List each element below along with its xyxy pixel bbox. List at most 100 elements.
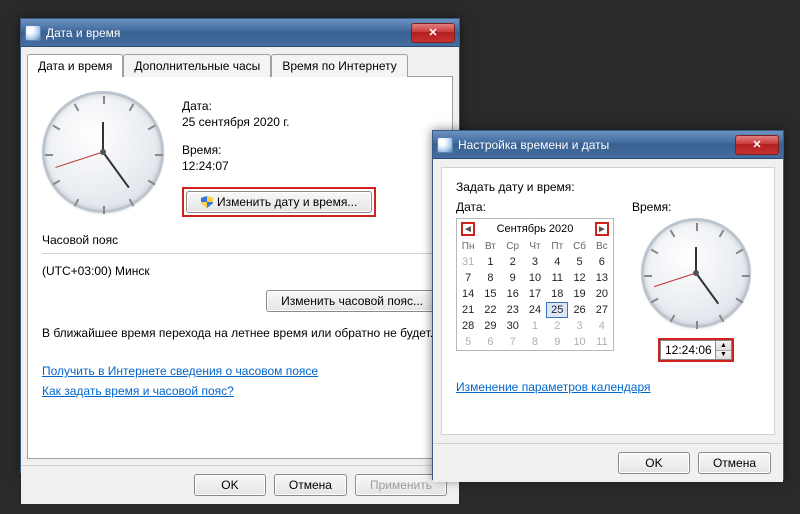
calendar-day[interactable]: 8 [479, 270, 501, 286]
close-button[interactable]: ✕ [735, 135, 779, 155]
calendar-day[interactable]: 7 [457, 270, 479, 286]
calendar-day[interactable]: 2 [546, 318, 568, 334]
calendar-day[interactable]: 4 [591, 318, 613, 334]
dialog-buttons: OK Отмена Применить [21, 465, 459, 504]
calendar-day[interactable]: 28 [457, 318, 479, 334]
minute-hand [695, 272, 719, 304]
day-header: Пн [457, 239, 479, 254]
calendar-day[interactable]: 13 [591, 270, 613, 286]
date-label: Дата: [456, 200, 614, 214]
app-icon [437, 137, 453, 153]
second-hand [55, 152, 103, 168]
calendar-day[interactable]: 5 [457, 334, 479, 350]
calendar-day[interactable]: 16 [502, 286, 524, 302]
window-title: Настройка времени и даты [458, 138, 735, 152]
spinner-up-icon[interactable]: ▲ [716, 341, 731, 350]
calendar-day[interactable]: 25 [546, 302, 568, 318]
calendar-day[interactable]: 18 [546, 286, 568, 302]
tab-content: Дата: 25 сентября 2020 г. Время: 12:24:0… [27, 76, 453, 459]
change-date-time-button[interactable]: Изменить дату и время... [186, 191, 372, 213]
date-value: 25 сентября 2020 г. [182, 115, 376, 129]
link-howto[interactable]: Как задать время и часовой пояс? [42, 384, 438, 398]
spinner-down-icon[interactable]: ▼ [716, 350, 731, 360]
hour-hand [102, 122, 104, 152]
calendar-day[interactable]: 24 [524, 302, 546, 318]
timezone-value: (UTC+03:00) Минск [42, 264, 438, 278]
second-hand [654, 273, 696, 288]
calendar-day[interactable]: 11 [591, 334, 613, 350]
close-button[interactable]: ✕ [411, 23, 455, 43]
analog-clock [42, 91, 164, 213]
tab-date-time[interactable]: Дата и время [27, 54, 123, 77]
calendar-day[interactable]: 8 [524, 334, 546, 350]
ok-button[interactable]: OK [194, 474, 266, 496]
calendar-day[interactable]: 10 [524, 270, 546, 286]
change-timezone-button[interactable]: Изменить часовой пояс... [266, 290, 438, 312]
next-month-button[interactable]: ► [595, 222, 609, 236]
timezone-heading: Часовой пояс [42, 233, 438, 247]
calendar-day[interactable]: 27 [591, 302, 613, 318]
calendar-day[interactable]: 11 [546, 270, 568, 286]
day-header: Пт [546, 239, 568, 254]
calendar-day[interactable]: 23 [502, 302, 524, 318]
day-header: Чт [524, 239, 546, 254]
day-header: Ср [502, 239, 524, 254]
link-timezone-online[interactable]: Получить в Интернете сведения о часовом … [42, 364, 438, 378]
calendar-day[interactable]: 9 [546, 334, 568, 350]
calendar-day[interactable]: 22 [479, 302, 501, 318]
calendar-day[interactable]: 3 [568, 318, 590, 334]
date-time-settings-window: Настройка времени и даты ✕ Задать дату и… [432, 130, 784, 480]
calendar-day[interactable]: 2 [502, 254, 524, 270]
cancel-button[interactable]: Отмена [698, 452, 771, 474]
time-spinner[interactable]: ▲ ▼ [716, 340, 732, 360]
shield-icon [201, 196, 213, 208]
day-header: Вт [479, 239, 501, 254]
calendar-day[interactable]: 21 [457, 302, 479, 318]
calendar-day[interactable]: 9 [502, 270, 524, 286]
time-field[interactable] [660, 340, 716, 360]
tab-strip: Дата и время Дополнительные часы Время п… [21, 47, 459, 76]
app-icon [25, 25, 41, 41]
titlebar[interactable]: Дата и время ✕ [21, 19, 459, 47]
highlight-change-datetime: Изменить дату и время... [182, 187, 376, 217]
calendar-day[interactable]: 14 [457, 286, 479, 302]
calendar-day[interactable]: 30 [502, 318, 524, 334]
analog-clock [641, 218, 751, 328]
calendar-day[interactable]: 20 [591, 286, 613, 302]
calendar-day[interactable]: 5 [568, 254, 590, 270]
dst-note: В ближайшее время перехода на летнее вре… [42, 326, 438, 340]
prev-month-button[interactable]: ◄ [461, 222, 475, 236]
link-calendar-settings[interactable]: Изменение параметров календаря [456, 380, 760, 394]
calendar-day[interactable]: 6 [479, 334, 501, 350]
calendar-day[interactable]: 4 [546, 254, 568, 270]
calendar-day[interactable]: 1 [479, 254, 501, 270]
titlebar[interactable]: Настройка времени и даты ✕ [433, 131, 783, 159]
date-time-window: Дата и время ✕ Дата и время Дополнительн… [20, 18, 460, 473]
calendar: ◄ Сентябрь 2020 ► ПнВтСрЧтПтСбВс31123456… [456, 218, 614, 351]
calendar-month[interactable]: Сентябрь 2020 [497, 223, 574, 235]
minute-hand [102, 151, 129, 188]
prompt-label: Задать дату и время: [456, 180, 760, 194]
calendar-day[interactable]: 17 [524, 286, 546, 302]
calendar-day[interactable]: 6 [591, 254, 613, 270]
calendar-day[interactable]: 12 [568, 270, 590, 286]
tab-additional-clocks[interactable]: Дополнительные часы [123, 54, 271, 77]
day-header: Вс [591, 239, 613, 254]
dialog-buttons: OK Отмена [433, 443, 783, 482]
calendar-day[interactable]: 19 [568, 286, 590, 302]
calendar-day[interactable]: 7 [502, 334, 524, 350]
tab-internet-time[interactable]: Время по Интернету [271, 54, 407, 77]
calendar-day[interactable]: 15 [479, 286, 501, 302]
cancel-button[interactable]: Отмена [274, 474, 347, 496]
calendar-day[interactable]: 1 [524, 318, 546, 334]
time-value: 12:24:07 [182, 159, 376, 173]
calendar-day[interactable]: 29 [479, 318, 501, 334]
calendar-day[interactable]: 10 [568, 334, 590, 350]
time-label: Время: [182, 143, 376, 157]
calendar-day[interactable]: 3 [524, 254, 546, 270]
calendar-day[interactable]: 26 [568, 302, 590, 318]
calendar-day[interactable]: 31 [457, 254, 479, 270]
ok-button[interactable]: OK [618, 452, 690, 474]
date-label: Дата: [182, 99, 376, 113]
time-input-highlight: ▲ ▼ [658, 338, 734, 362]
